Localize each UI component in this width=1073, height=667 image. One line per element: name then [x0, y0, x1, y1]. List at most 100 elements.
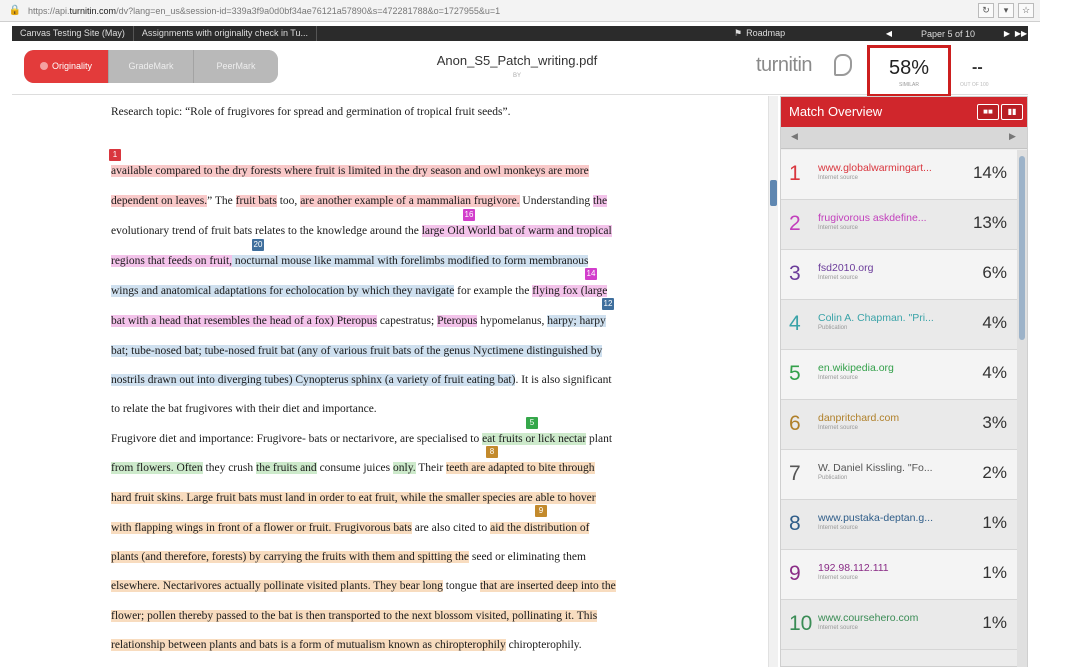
- match-tag[interactable]: 8: [486, 446, 498, 458]
- match-highlight[interactable]: available compared to the dry forests wh…: [111, 165, 589, 177]
- doc-text: capestratus;: [377, 315, 438, 327]
- match-highlight[interactable]: from flowers. Often: [111, 462, 203, 474]
- match-source[interactable]: en.wikipedia.org: [818, 362, 948, 374]
- refresh-icon[interactable]: ↻: [978, 3, 994, 18]
- match-tag[interactable]: 12: [602, 298, 614, 310]
- match-row[interactable]: 9 192.98.112.111 Internet source 1%: [781, 550, 1017, 600]
- match-highlight[interactable]: only.: [393, 462, 416, 474]
- mode-peermark[interactable]: PeerMark: [193, 50, 278, 83]
- match-highlight[interactable]: fruit bats: [235, 195, 277, 207]
- mode-originality-label: Originality: [51, 61, 92, 71]
- match-highlight[interactable]: elsewhere. Nectarivores actually pollina…: [111, 580, 443, 592]
- match-source[interactable]: danpritchard.com: [818, 412, 948, 424]
- match-source[interactable]: www.globalwarmingart...: [818, 162, 948, 174]
- match-row[interactable]: 7 W. Daniel Kissling. "Fo... Publication 2%: [781, 450, 1017, 500]
- match-tag[interactable]: 16: [463, 209, 475, 221]
- match-percent: 14%: [972, 163, 1007, 182]
- match-list-scroll-thumb[interactable]: [1019, 156, 1025, 340]
- match-row[interactable]: 2 frugivorous askdefine... Internet source…: [781, 200, 1017, 250]
- match-percent: 2%: [982, 463, 1007, 482]
- match-row[interactable]: 4 Colin A. Chapman. "Pri... Publication 4%: [781, 300, 1017, 350]
- next-paper-icon[interactable]: ▶: [1000, 29, 1014, 38]
- bar-chart-icon[interactable]: ▮▮: [1001, 104, 1023, 120]
- match-source[interactable]: W. Daniel Kissling. "Fo...: [818, 462, 948, 474]
- mode-peermark-label: PeerMark: [216, 61, 256, 71]
- match-highlight[interactable]: large Old World bat of warm and tropical: [421, 225, 612, 237]
- doc-line: with flapping wings in front of a flower…: [111, 522, 590, 534]
- url-prefix: https://api.: [28, 5, 70, 16]
- match-tag[interactable]: 5: [526, 417, 538, 429]
- grade-value[interactable]: --: [972, 59, 983, 77]
- match-highlight[interactable]: aid the distribution of: [490, 522, 590, 534]
- match-tag[interactable]: 20: [252, 239, 264, 251]
- breadcrumb-site[interactable]: Canvas Testing Site (May): [12, 26, 134, 41]
- mode-originality[interactable]: Originality: [24, 50, 108, 83]
- doc-line: relationship between plants and bats is …: [111, 639, 582, 651]
- match-highlight[interactable]: Pteropus: [437, 315, 478, 327]
- match-row[interactable]: 1 www.globalwarmingart... Internet source 1…: [781, 150, 1017, 200]
- next-match-icon[interactable]: ▶: [1009, 131, 1016, 142]
- match-highlight[interactable]: nostrils drawn out into diverging tubes)…: [111, 374, 516, 386]
- match-tag[interactable]: 1: [109, 149, 121, 161]
- similarity-score[interactable]: 58% SIMILAR: [867, 45, 951, 97]
- doc-text: ” The: [207, 195, 236, 207]
- document-scrollbar[interactable]: [768, 96, 778, 667]
- match-highlight[interactable]: are another example of a mammalian frugi…: [300, 195, 520, 207]
- match-highlight[interactable]: nocturnal mouse like mammal with forelim…: [232, 255, 589, 267]
- match-row[interactable]: 10 www.coursehero.com Internet source 1%: [781, 600, 1017, 650]
- match-source[interactable]: frugivorous askdefine...: [818, 212, 948, 224]
- url-text[interactable]: https://api.turnitin.com/dv?lang=en_us&s…: [28, 6, 928, 16]
- match-source[interactable]: www.coursehero.com: [818, 612, 948, 624]
- roadmap-link[interactable]: ⚑ Roadmap: [734, 26, 785, 41]
- doc-text: Understanding: [519, 195, 594, 207]
- breadcrumb-assignment[interactable]: Assignments with originality check in Tu…: [134, 26, 317, 41]
- match-highlight[interactable]: dependent on leaves.: [111, 195, 208, 207]
- match-highlight[interactable]: the fruits and: [256, 462, 317, 474]
- match-number: 1: [789, 162, 801, 185]
- match-tag[interactable]: 9: [535, 505, 547, 517]
- match-row[interactable]: 5 en.wikipedia.org Internet source 4%: [781, 350, 1017, 400]
- dropdown-icon[interactable]: ▾: [998, 3, 1014, 18]
- match-row[interactable]: 6 danpritchard.com Internet source 3%: [781, 400, 1017, 450]
- prev-paper-icon[interactable]: ◀: [882, 29, 896, 38]
- match-row[interactable]: 3 fsd2010.org Internet source 6%: [781, 250, 1017, 300]
- match-tag[interactable]: 14: [585, 268, 597, 280]
- match-highlight[interactable]: plants (and therefore, forests) by carry…: [111, 551, 469, 563]
- list-view-icon[interactable]: ■■: [977, 104, 999, 120]
- doc-line: Frugivore diet and importance: Frugivore…: [111, 433, 612, 445]
- mode-grademark[interactable]: GradeMark: [108, 50, 193, 83]
- match-highlight[interactable]: flying fox (large: [532, 285, 608, 297]
- match-highlight[interactable]: harpy; harpy: [547, 315, 606, 327]
- match-highlight[interactable]: eat fruits or lick nectar: [482, 433, 587, 445]
- match-row[interactable]: 8 www.pustaka-deptan.g... Internet source 1…: [781, 500, 1017, 550]
- match-highlight[interactable]: flower; pollen thereby passed to the bat…: [111, 610, 598, 622]
- match-highlight[interactable]: with flapping wings in front of a flower…: [111, 522, 412, 534]
- document-view[interactable]: Research topic: “Role of frugivores for …: [12, 96, 769, 667]
- match-highlight[interactable]: relationship between plants and bats is …: [111, 639, 506, 651]
- match-source[interactable]: fsd2010.org: [818, 262, 948, 274]
- match-overview-title: Match Overview: [789, 104, 883, 119]
- browser-address-bar[interactable]: 🔒 https://api.turnitin.com/dv?lang=en_us…: [0, 0, 1040, 22]
- match-source[interactable]: 192.98.112.111: [818, 562, 948, 574]
- doc-line: hard fruit skins. Large fruit bats must …: [111, 492, 596, 504]
- match-highlight[interactable]: hard fruit skins. Large fruit bats must …: [111, 492, 596, 504]
- match-list-scrollbar[interactable]: [1017, 150, 1027, 667]
- doc-text: tongue: [442, 580, 480, 592]
- match-source[interactable]: Colin A. Chapman. "Pri...: [818, 312, 948, 324]
- match-highlight[interactable]: that are inserted deep into the: [479, 580, 616, 592]
- prev-match-icon[interactable]: ◀: [791, 131, 798, 142]
- last-paper-icon[interactable]: ▶▶: [1014, 29, 1028, 38]
- document-scroll-thumb[interactable]: [770, 180, 777, 206]
- match-highlight[interactable]: wings and anatomical adaptations for ech…: [111, 285, 455, 297]
- match-source-type: Internet source: [818, 175, 859, 181]
- roadmap-icon: ⚑: [734, 28, 743, 38]
- match-source[interactable]: www.pustaka-deptan.g...: [818, 512, 948, 524]
- match-highlight[interactable]: the: [593, 195, 608, 207]
- match-highlight[interactable]: bat; tube-nosed bat; tube-nosed fruit ba…: [111, 345, 603, 357]
- match-highlight[interactable]: teeth are adapted to bite through: [446, 462, 595, 474]
- star-icon[interactable]: ☆: [1018, 3, 1034, 18]
- similarity-label: SIMILAR: [898, 82, 919, 88]
- doc-text: plant: [586, 433, 613, 445]
- match-highlight[interactable]: bat with a head that resembles the head …: [111, 315, 378, 327]
- match-highlight[interactable]: regions that feeds on fruit,: [111, 255, 233, 267]
